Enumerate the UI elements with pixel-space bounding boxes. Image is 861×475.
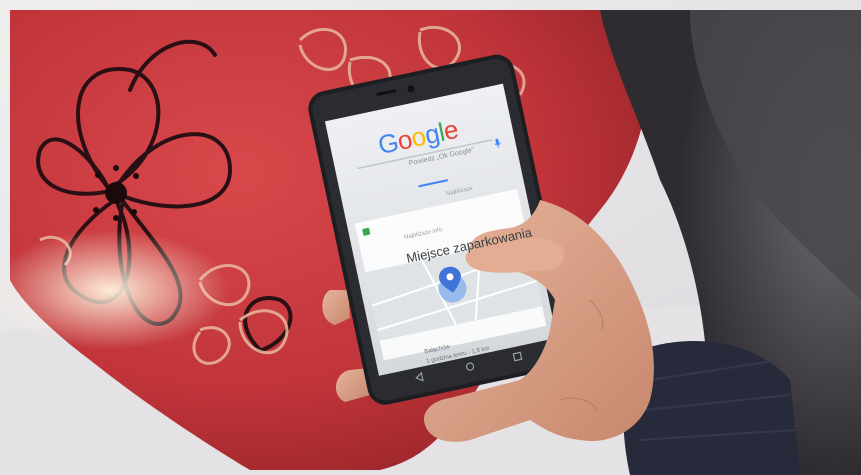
card-header-icon [362,227,371,236]
photo-scene [0,0,861,475]
light-glow [0,230,230,350]
flower-center [105,182,127,204]
